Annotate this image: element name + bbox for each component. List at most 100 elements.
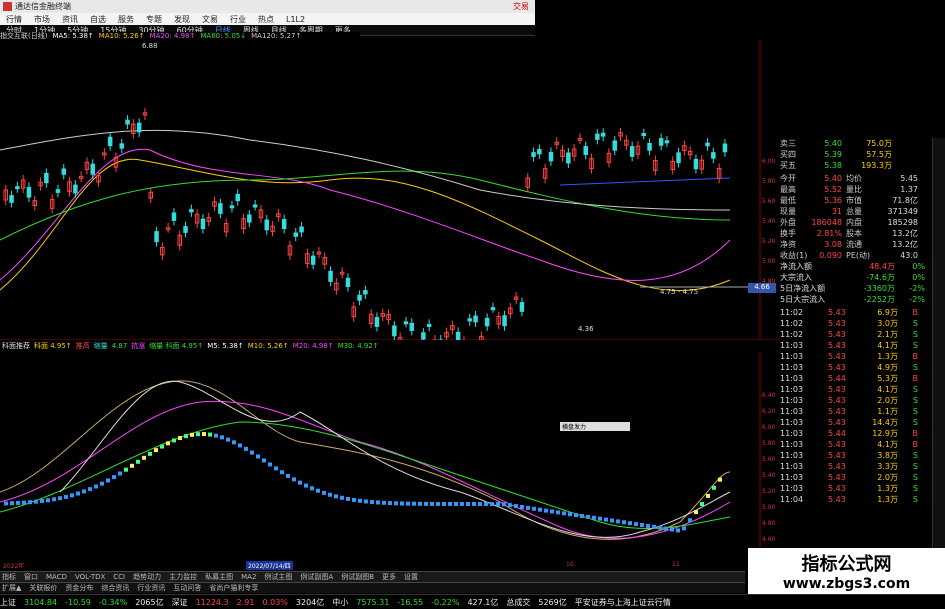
indicator-tab[interactable]: MA2 [241,573,256,581]
menu-item[interactable]: 行业 [230,14,246,25]
signal-dot [496,501,500,506]
signal-dot [94,484,98,489]
signal-dot [340,495,344,500]
signal-dot [466,501,470,506]
price-axis: 6.00 5.80 5.60 5.40 5.20 5.00 4.80 [762,158,780,298]
menu-item[interactable]: 发现 [174,14,190,25]
signal-dot [76,491,80,496]
signal-dot [592,515,596,520]
ma10-label: MA10: 5.26↑ [98,32,145,40]
extension-tab[interactable]: 扩展▲ [2,583,21,593]
signal-dot [448,501,452,506]
signal-dot [514,504,518,509]
signal-dot [250,450,254,455]
side-toolbar [932,138,945,590]
signal-dot [166,441,170,446]
signal-dot [202,432,206,437]
signal-dot [334,494,338,499]
signal-dot [718,477,722,482]
indicator-legend-item: M30: 4.92↑ [337,341,379,350]
indicator-chart[interactable] [0,352,780,560]
horizontal-breakout-tooltip[interactable]: 横盘发力 [560,422,630,431]
signal-dot [508,503,512,508]
indicator-tab[interactable]: 主力监控 [169,572,197,582]
signal-dot [124,467,128,472]
indicator-tick: 4.80 [762,520,776,527]
indicator-tab[interactable]: 指标 [2,572,16,582]
signal-dot [112,475,116,480]
extension-tab[interactable]: 省尚户猫利专享 [209,583,258,593]
menu-item[interactable]: 市场 [34,14,50,25]
signal-dot [58,496,62,501]
indicator-legend-item: 抗涨 [131,341,146,350]
indicator-tab[interactable]: 趋势动力 [133,572,161,582]
indicator-tab[interactable]: MACD [46,573,67,581]
extension-tab[interactable]: 资金分布 [65,583,93,593]
signal-dot [232,440,236,445]
signal-dot [688,518,692,523]
tick-row: 11:03 5.43 3.3万 S [780,462,918,471]
indicator-tab[interactable]: 更多 [382,572,396,582]
signal-dot [100,481,104,486]
signal-dot [136,459,140,464]
menu-item[interactable]: 自选 [90,14,106,25]
signal-dot [454,501,458,506]
signal-dot [634,522,638,527]
menu-item[interactable]: 文易 [202,14,218,25]
signal-dot [70,493,74,498]
stat-row: 净资 3.08 流通 13.2亿 [780,240,918,249]
indicator-tab[interactable]: 例试主图 [264,572,292,582]
signal-dot [664,526,668,531]
tick-row: 11:03 5.43 14.4万 S [780,418,918,427]
indicator-legend-item: M5: 5.38↑ [207,341,244,350]
extension-tab[interactable]: 关联报价 [29,583,57,593]
flow-row: 5日净流入额 -3360万 -2% [780,284,925,293]
menu-item[interactable]: 行情 [6,14,22,25]
signal-dot [430,501,434,506]
indicator-tab[interactable]: CCI [113,573,125,581]
indicator-tick: 6.20 [762,408,776,415]
indicator-legend: 科面推荐 科面 4.95↑ 推高 缩量 4.87 抗涨 缩量 科面 4.95↑ M5: 5.3… [2,341,747,350]
signal-dot [658,525,662,530]
flow-row: 净流入额 48.4万 0% [780,262,925,271]
menu-item[interactable]: 服务 [118,14,134,25]
signal-dot [196,432,200,437]
signal-dot [52,497,56,502]
signal-dot [304,483,308,488]
signal-dot [280,470,284,475]
indicator-tab[interactable]: VOL-TDX [75,573,105,581]
extension-tabs: 扩展▲ 关联报价 资金分布 综合资讯 行业资讯 互动问答 省尚户猫利专享 [0,582,745,593]
menu-item[interactable]: L1L2 [286,15,305,24]
indicator-tab[interactable]: 例试副图B [341,572,374,582]
indicator-tab[interactable]: 例试副图A [300,572,333,582]
signal-dot [700,502,704,506]
indicator-tab[interactable]: 私募主图 [205,572,233,582]
signal-dot [694,510,698,515]
menu-item[interactable]: 热点 [258,14,274,25]
signal-dot [178,436,182,441]
indicator-tab[interactable]: 窗口 [24,572,38,582]
price-chart[interactable]: 6.88 4.36 4.75 - 4.75 [0,40,780,340]
signal-dot [382,500,386,505]
trade-button[interactable]: 交易 [513,1,529,12]
menu-item[interactable]: 资讯 [62,14,78,25]
signal-dot [286,473,290,478]
tick-row: 11:02 5.43 3.0万 S [780,319,918,328]
quote-panel: 卖三 5.40 75.0万 买四 5.39 57.5万 买五 5.38 193.3万 今开 5.40… [780,138,930,590]
signal-dot [274,466,278,471]
extension-tab[interactable]: 行业资讯 [137,583,165,593]
signal-dot [478,501,482,506]
extension-tab[interactable]: 互动问答 [173,583,201,593]
signal-dot [130,463,134,468]
menu-bar: 行情 市场 资讯 自选 服务 专题 发现 文易 行业 热点 L1L2 [0,13,535,25]
tick-row: 11:03 5.43 1.1万 S [780,407,918,416]
signal-dot [154,448,158,453]
menu-item[interactable]: 专题 [146,14,162,25]
signal-dot [538,507,542,512]
extension-tab[interactable]: 综合资讯 [101,583,129,593]
signal-dot [118,471,122,476]
signal-dot [220,435,224,440]
indicator-tab[interactable]: 设置 [404,572,418,582]
signal-dot [148,451,152,456]
tick-row: 11:03 5.43 4.1万 B [780,440,918,449]
